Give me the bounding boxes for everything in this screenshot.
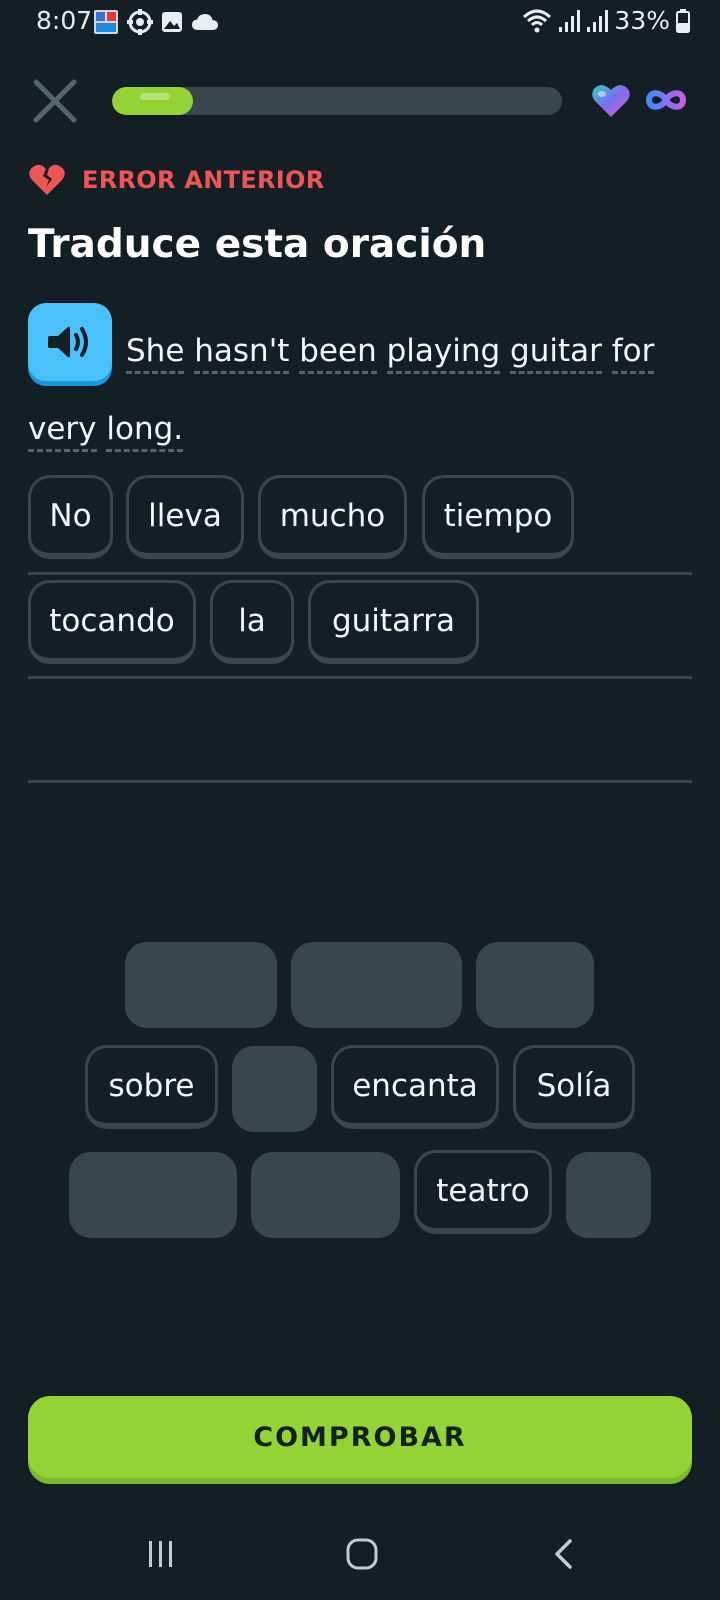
cloud-icon [192, 14, 218, 30]
word-bank-tile[interactable]: teatro [414, 1150, 552, 1234]
prompt-word[interactable]: very [28, 411, 97, 452]
answer-tile[interactable]: guitarra [308, 580, 479, 664]
used-tile-slot [566, 1152, 651, 1238]
used-tile-slot [125, 942, 277, 1028]
previous-mistake-banner: ERROR ANTERIOR [28, 160, 325, 200]
home-button[interactable] [332, 1532, 392, 1576]
wifi-icon [523, 9, 552, 32]
notification-app-icon [94, 10, 118, 34]
lesson-screen: 8:07 33% ERROR ANTERIOR Traduce esta ora… [0, 0, 720, 1600]
signal-icon [559, 9, 581, 32]
answer-line [28, 676, 692, 679]
word-bank-tile[interactable]: encanta [331, 1045, 499, 1129]
answer-tile[interactable]: la [210, 580, 294, 664]
signal-icon [587, 9, 609, 32]
word-bank-tile[interactable]: Solía [513, 1045, 635, 1129]
infinity-icon [645, 90, 687, 110]
used-tile-slot [232, 1046, 317, 1132]
system-nav-bar [0, 1520, 720, 1600]
answer-tile[interactable]: tiempo [422, 475, 574, 559]
answer-tile[interactable]: tocando [28, 580, 196, 664]
used-tile-slot [291, 942, 462, 1028]
prompt-word[interactable]: guitar [510, 333, 602, 374]
answer-tile[interactable]: mucho [258, 475, 407, 559]
status-time: 8:07 [36, 6, 93, 35]
lesson-progress-fill [112, 87, 193, 115]
page-title: Traduce esta oración [28, 222, 487, 267]
sync-icon [127, 9, 153, 35]
lesson-progress-bar [112, 87, 562, 115]
answer-line [28, 572, 692, 575]
back-button[interactable] [533, 1532, 593, 1576]
battery-icon [676, 8, 690, 33]
check-button[interactable]: COMPROBAR [28, 1396, 692, 1478]
heart-icon[interactable] [591, 83, 631, 119]
prompt-word[interactable]: hasn't [194, 333, 290, 374]
used-tile-slot [69, 1152, 237, 1238]
prompt-word[interactable]: been [299, 333, 377, 374]
broken-heart-icon [29, 164, 65, 195]
answer-tile[interactable]: lleva [126, 475, 244, 559]
close-icon [33, 79, 77, 123]
prompt-word[interactable]: long. [106, 411, 184, 452]
used-tile-slot [476, 942, 594, 1028]
answer-tile[interactable]: No [28, 475, 113, 559]
status-bar: 8:07 33% [0, 0, 720, 46]
prompt-word[interactable]: She [126, 333, 185, 374]
progress-shine [140, 93, 170, 100]
home-icon [346, 1538, 378, 1570]
status-icons-right: 33% [522, 6, 690, 35]
gallery-icon [162, 12, 182, 32]
prompt-word[interactable]: for [611, 333, 655, 374]
recent-apps-icon [149, 1541, 172, 1567]
used-tile-slot [251, 1152, 400, 1238]
prompt-sentence: She hasn't been playing guitar for very … [28, 312, 678, 468]
prompt-word[interactable]: playing [386, 333, 501, 374]
back-icon [555, 1539, 572, 1569]
recent-apps-button[interactable] [131, 1532, 191, 1576]
answer-line [28, 780, 692, 783]
status-icons-left [93, 9, 219, 35]
close-button[interactable] [32, 78, 78, 124]
battery-percent: 33% [614, 6, 670, 35]
mistake-label: ERROR ANTERIOR [82, 166, 325, 194]
word-bank-tile[interactable]: sobre [85, 1045, 218, 1129]
